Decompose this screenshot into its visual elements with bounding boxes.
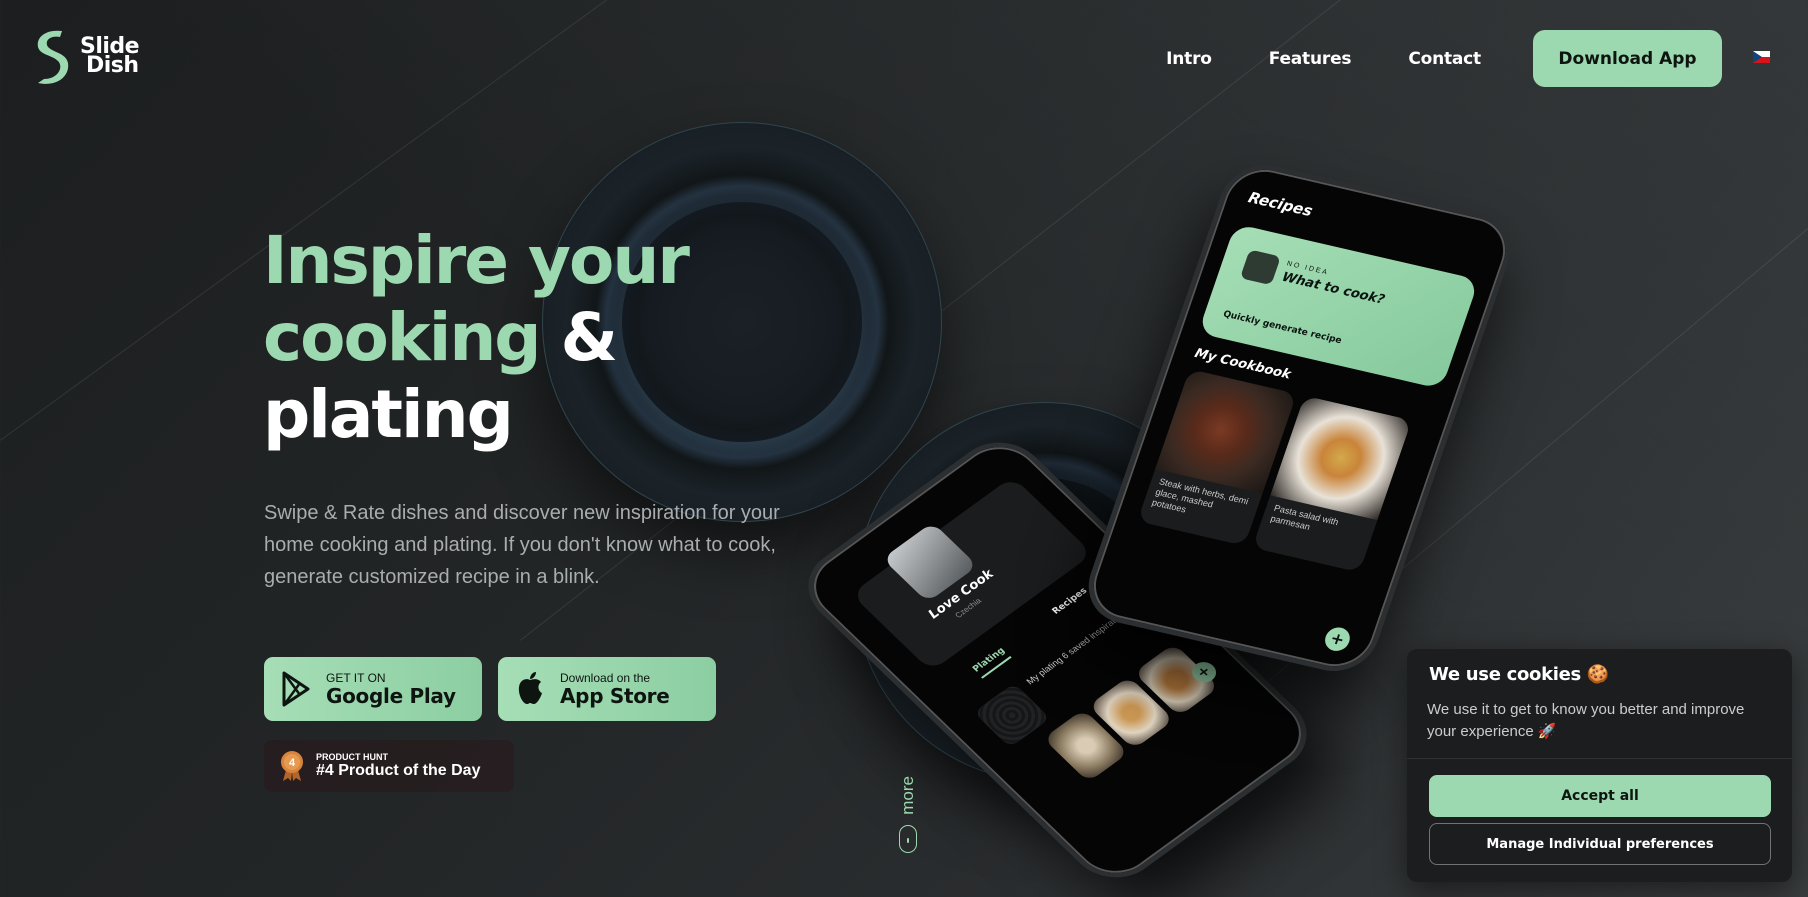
medal-icon: 4 [281,751,303,781]
google-play-icon [282,671,310,707]
tab-recipes: Recipes [1050,586,1090,617]
google-play-label: Google Play [326,684,456,708]
tab-plating: Plating [970,646,1012,679]
card-question: What to cook? [1279,269,1387,308]
logo-text: Slide Dish [80,34,140,78]
nav-link-features[interactable]: Features [1269,49,1352,69]
app-store-label: App Store [560,684,670,708]
hero-title: Inspire your cooking & plating [263,222,690,453]
recipes-title: Recipes [1245,188,1316,221]
google-play-button[interactable]: GET IT ON Google Play [264,657,482,721]
card-subtitle: Quickly generate recipe [1221,309,1343,347]
swirl-thumbnail [973,682,1051,748]
logo[interactable]: Slide Dish [32,27,140,85]
cookie-banner: We use cookies 🍪 We use it to get to kno… [1407,649,1792,882]
logo-mark-icon [37,30,69,84]
cookie-title: We use cookies 🍪 [1429,664,1610,685]
divider [1407,758,1792,759]
plating-thumbnails [1043,643,1220,783]
accept-all-button[interactable]: Accept all [1429,775,1771,817]
download-app-button[interactable]: Download App [1533,30,1722,87]
add-icon: + [1321,625,1354,654]
google-play-small: GET IT ON [326,671,386,685]
product-hunt-kicker: PRODUCT HUNT [316,752,388,762]
phone-mockup-recipes: Recipes NO IDEA What to cook? Quickly ge… [1077,156,1522,680]
czech-flag-icon[interactable] [1753,51,1770,63]
robot-icon [1239,249,1281,286]
product-hunt-badge[interactable]: 4 PRODUCT HUNT #4 Product of the Day [264,740,514,792]
app-store-small: Download on the [560,671,651,685]
nav-link-intro[interactable]: Intro [1166,49,1212,69]
scroll-more-label: more [898,776,917,815]
cookie-text: We use it to get to know you better and … [1427,701,1745,740]
nav-link-contact[interactable]: Contact [1408,49,1481,69]
product-hunt-label: #4 Product of the Day [316,762,481,779]
hero-subtitle: Swipe & Rate dishes and discover new ins… [264,502,780,588]
app-store-button[interactable]: Download on the App Store [498,657,716,721]
manage-preferences-button[interactable]: Manage Individual preferences [1429,823,1771,865]
main-nav: Intro Features Contact Download App [1166,30,1722,87]
svg-text:4: 4 [289,757,296,769]
scroll-more[interactable]: more [897,776,919,853]
apple-icon [518,672,542,704]
mouse-icon [899,824,917,853]
